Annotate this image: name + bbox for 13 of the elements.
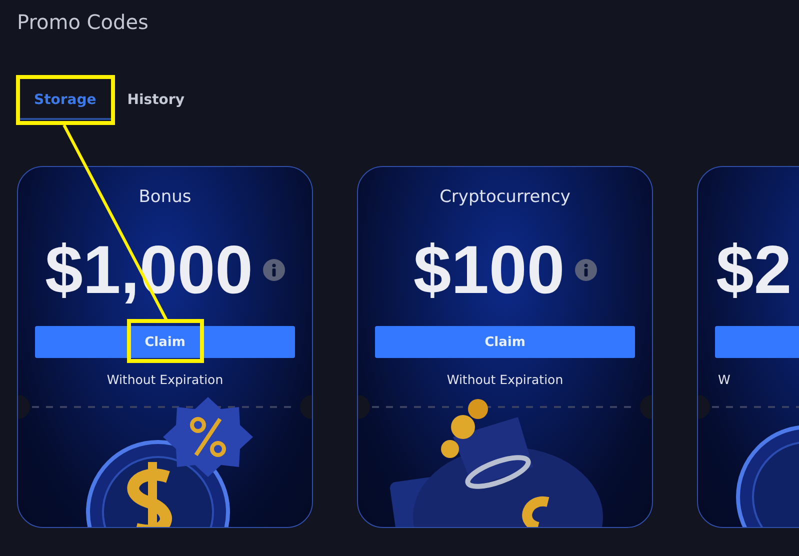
card-title: Bonus [138, 187, 192, 209]
info-icon[interactable] [574, 259, 597, 281]
amount: $2 [716, 231, 792, 309]
amount: $100 [413, 231, 565, 309]
info-icon[interactable] [262, 259, 285, 281]
page-title: Promo Codes [17, 9, 148, 36]
expiry-text: Without Expiration [446, 372, 564, 387]
claim-button[interactable]: Claim [35, 326, 295, 358]
tab[interactable]: History [127, 82, 202, 120]
card-title: Cryptocurrency [440, 187, 570, 209]
expiry-text: W [717, 372, 730, 387]
expiry-text: Without Expiration [106, 372, 224, 387]
claim-button[interactable]: Claim [375, 326, 635, 358]
